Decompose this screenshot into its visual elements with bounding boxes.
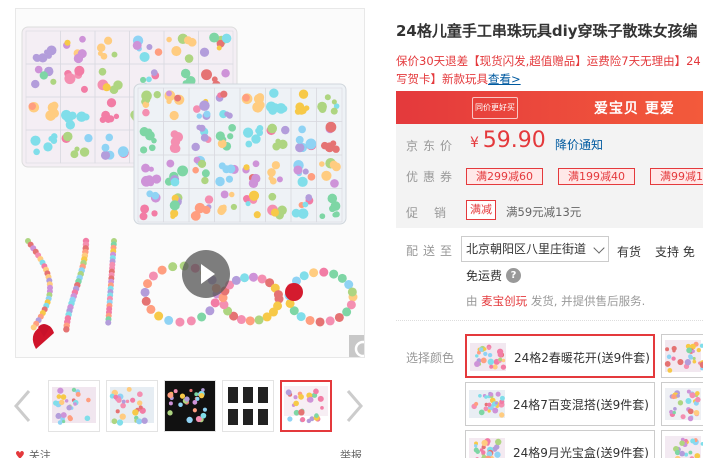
thumbnail-3[interactable] <box>164 380 216 432</box>
coupon-3[interactable]: 满99减1 <box>650 168 703 185</box>
price-label: 京东价 <box>406 139 458 153</box>
thumbnail-4[interactable] <box>222 380 274 432</box>
banner-logo: 同价更好买 <box>472 97 518 119</box>
product-promo-text: 保价30天退差【现货闪发,超值赠品】运费险7天无理由】24 写贺卡】新款玩具查看… <box>396 54 701 86</box>
zoom-button[interactable] <box>349 335 364 357</box>
promotion-tag: 满减 <box>466 200 496 220</box>
free-shipping: 免运费 <box>466 269 503 283</box>
coupon-1[interactable]: 满299减60 <box>466 168 543 185</box>
help-icon[interactable]: ? <box>506 268 521 283</box>
price-notice-link[interactable]: 降价通知 <box>555 136 603 153</box>
promo-banner[interactable]: 同价更好买 爱宝贝 更爱 <box>396 91 703 124</box>
banner-slogan: 爱宝贝 更爱 <box>594 101 675 117</box>
shipping-label: 配送至 <box>406 244 458 258</box>
color-option-5[interactable] <box>661 382 703 426</box>
color-option-6[interactable] <box>661 430 703 458</box>
seller-shop-link[interactable]: 麦宝创玩 <box>481 294 527 308</box>
price-box: 京东价 ¥ 59.90 降价通知 优惠券 满299减60 满199减40 满99… <box>396 124 703 228</box>
thumbnail-prev-button[interactable] <box>12 388 34 424</box>
option-thumbnail <box>469 390 505 418</box>
product-title: 24格儿童手工串珠玩具diy穿珠子散珠女孩编 <box>396 22 698 40</box>
color-option-3[interactable]: 24格9月光宝盒(送9件套) <box>465 430 655 458</box>
shipping-address-select[interactable]: 北京朝阳区八里庄街道 <box>461 236 609 262</box>
support-text: 支持 免 <box>655 245 695 259</box>
promotion-label: 促销 <box>406 206 463 220</box>
divider <box>396 320 703 321</box>
heart-icon: ♥ <box>15 449 25 458</box>
follow-button[interactable]: ♥ 关注 <box>15 447 51 458</box>
report-link[interactable]: 举报 <box>340 447 362 458</box>
price-value: ¥ 59.90 <box>470 128 546 153</box>
seller-info: 由 麦宝创玩 发货, 并提供售后服务. <box>466 294 646 308</box>
coupon-label: 优惠券 <box>406 170 458 184</box>
color-option-1[interactable]: 24格2春暖花开(送9件套) <box>465 334 655 378</box>
option-thumbnail <box>665 436 703 458</box>
chevron-left-icon <box>14 390 31 422</box>
main-product-image[interactable] <box>15 8 365 358</box>
chevron-down-icon <box>593 242 605 254</box>
option-thumbnail <box>665 388 701 422</box>
coupon-2[interactable]: 满199减40 <box>558 168 635 185</box>
thumbnail-next-button[interactable] <box>343 388 365 424</box>
thumbnail-2[interactable] <box>106 380 158 432</box>
play-video-button[interactable] <box>182 250 230 298</box>
magnifier-icon <box>354 340 364 357</box>
option-thumbnail <box>470 343 507 371</box>
thumbnail-1[interactable] <box>48 380 100 432</box>
option-thumbnail <box>469 438 505 458</box>
color-option-4[interactable] <box>661 334 703 378</box>
thumbnail-5[interactable] <box>280 380 332 432</box>
promotion-text: 满59元减13元 <box>506 205 582 219</box>
color-option-2[interactable]: 24格7百变混搭(送9件套) <box>465 382 655 426</box>
option-thumbnail <box>664 340 703 373</box>
promo-view-link[interactable]: 查看> <box>488 72 521 86</box>
stock-status: 有货 <box>617 245 642 259</box>
chevron-right-icon <box>346 390 363 422</box>
color-select-label: 选择颜色 <box>406 351 455 365</box>
